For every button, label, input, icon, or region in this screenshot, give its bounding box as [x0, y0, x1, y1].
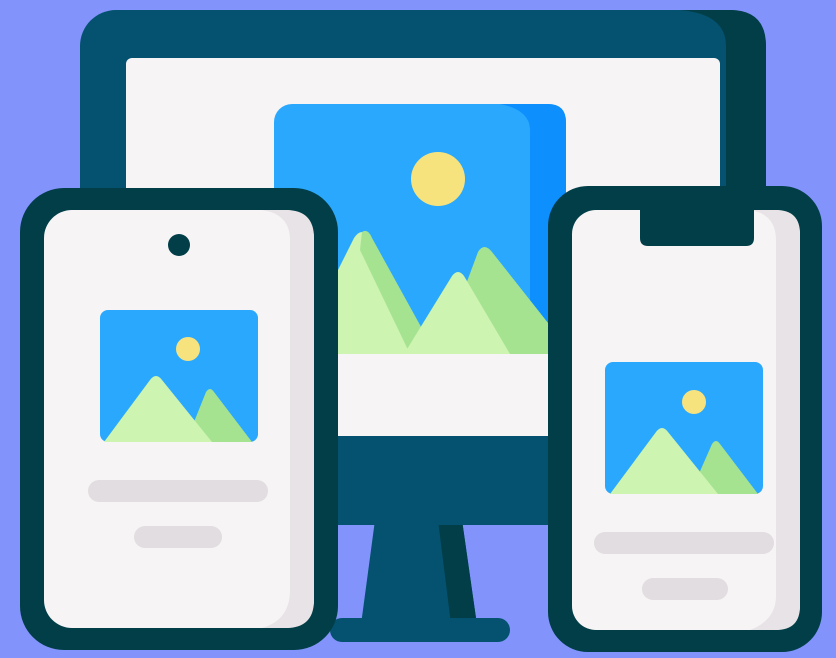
monitor-stand-base [330, 618, 510, 642]
notched-phone-photo-sun [682, 390, 706, 414]
android-phone [20, 188, 338, 650]
responsive-devices-illustration [20, 10, 822, 652]
notched-phone-notch [640, 208, 754, 246]
android-phone-photo-sun [176, 337, 200, 361]
notched-phone-text-placeholder [594, 532, 774, 554]
android-phone-camera-icon [168, 234, 190, 256]
android-phone-text-placeholder [88, 480, 268, 502]
notched-phone-text-placeholder [642, 578, 728, 600]
monitor-photo-sun [411, 152, 465, 206]
android-phone-photo [100, 310, 258, 442]
notched-phone-photo [605, 362, 763, 494]
notched-phone [548, 186, 822, 652]
android-phone-text-placeholder [134, 526, 222, 548]
